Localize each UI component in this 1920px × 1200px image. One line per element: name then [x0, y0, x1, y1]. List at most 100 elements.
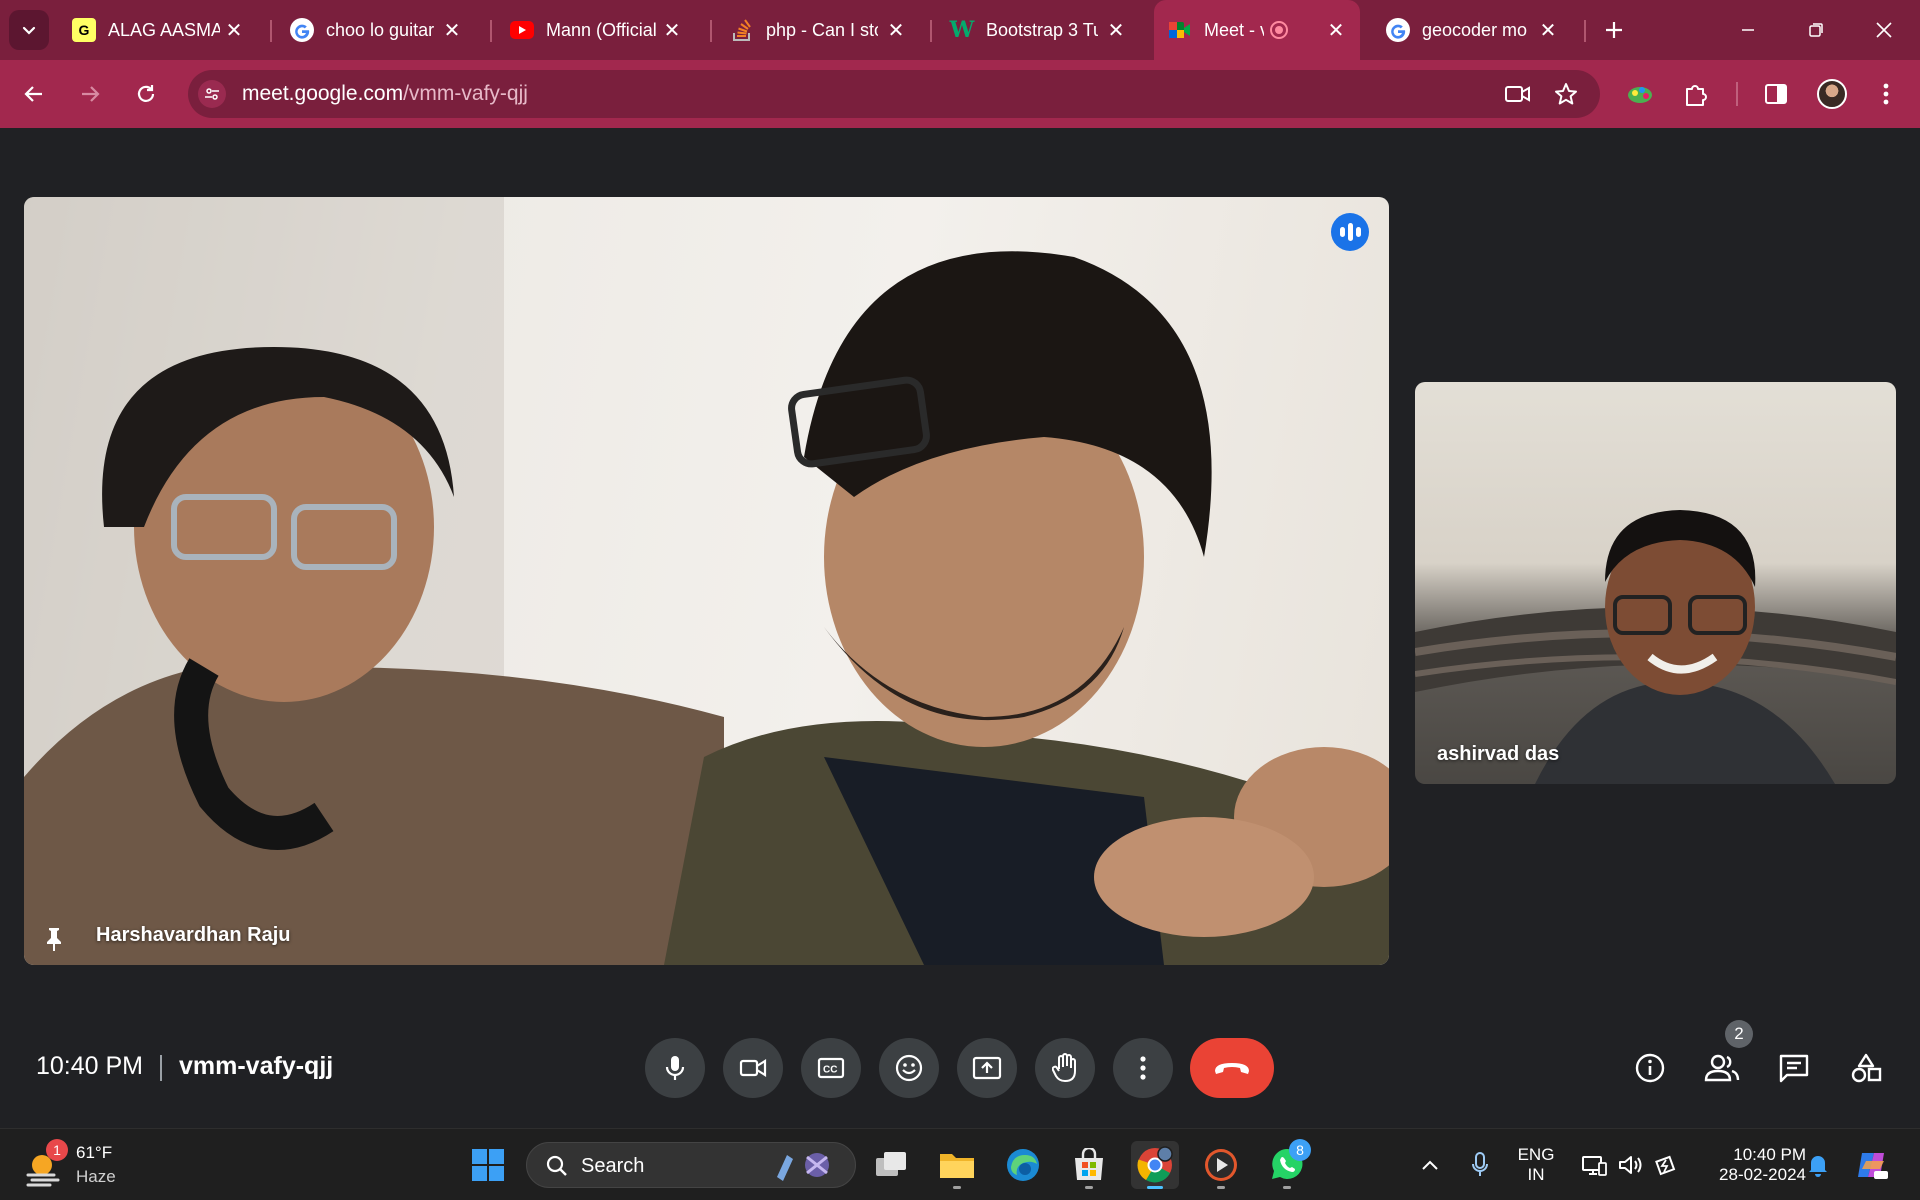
microphone-in-use-indicator[interactable] [1468, 1141, 1492, 1189]
tab-choo-lo-guitar[interactable]: choo lo guitar ✕ [276, 0, 476, 60]
more-vertical-icon [1140, 1056, 1146, 1080]
language-indicator[interactable]: ENG IN [1508, 1141, 1564, 1189]
microphone-icon [665, 1056, 685, 1080]
close-icon[interactable]: ✕ [1104, 18, 1128, 42]
weather-temperature: 61°F [76, 1143, 113, 1162]
bookmark-button[interactable] [1552, 80, 1580, 108]
taskbar-search-box[interactable]: Search [526, 1142, 856, 1188]
chat-button[interactable] [1774, 1048, 1814, 1088]
tune-icon [205, 88, 219, 100]
extension-colorful-button[interactable] [1620, 74, 1660, 114]
tab-search-button[interactable] [9, 10, 49, 50]
close-icon[interactable]: ✕ [222, 18, 246, 42]
extensions-button[interactable] [1676, 74, 1716, 114]
tab-divider [710, 20, 712, 42]
running-indicator [1217, 1186, 1225, 1189]
pin-icon[interactable] [40, 925, 68, 953]
tab-title: choo lo guitar [326, 19, 435, 40]
captions-button[interactable]: CC [801, 1038, 861, 1098]
file-explorer-button[interactable] [933, 1141, 981, 1189]
tab-alag-aasman[interactable]: G ALAG AASMAN ✕ [58, 0, 258, 60]
address-bar[interactable]: meet.google.com/vmm-vafy-qjj [188, 70, 1600, 118]
captions-icon: CC [817, 1057, 845, 1079]
tab-title: ALAG AASMAN [108, 19, 220, 40]
emoji-icon [895, 1054, 923, 1082]
minimize-button[interactable] [1728, 10, 1768, 50]
search-highlight-icon [777, 1153, 829, 1181]
back-button[interactable] [14, 74, 54, 114]
tab-geocoder[interactable]: geocoder mo ✕ [1372, 0, 1572, 60]
meeting-details-button[interactable] [1630, 1048, 1670, 1088]
tab-meet[interactable]: Meet - vm ✕ [1154, 0, 1360, 60]
microsoft-store-button[interactable] [1065, 1141, 1113, 1189]
participant-video-tile[interactable]: ashirvad das [1415, 382, 1896, 784]
main-video-tile[interactable]: Harshavardhan Raju [24, 197, 1389, 965]
arrow-left-icon [24, 86, 42, 102]
quick-settings-button[interactable] [1576, 1141, 1684, 1189]
site-info-button[interactable] [198, 80, 226, 108]
activities-button[interactable] [1846, 1048, 1886, 1088]
start-button[interactable] [464, 1141, 512, 1189]
microphone-button[interactable] [645, 1038, 705, 1098]
puzzle-icon [1686, 85, 1707, 106]
notifications-button[interactable] [1806, 1141, 1830, 1189]
copilot-button[interactable] [1848, 1141, 1896, 1189]
bell-icon [1809, 1156, 1827, 1177]
tab-title: Bootstrap 3 Tu [986, 19, 1098, 40]
microphone-icon [1472, 1152, 1488, 1176]
people-button[interactable] [1702, 1048, 1742, 1088]
close-icon[interactable]: ✕ [1536, 18, 1560, 42]
camera-button[interactable] [723, 1038, 783, 1098]
running-indicator [1085, 1186, 1093, 1189]
leave-call-button[interactable] [1190, 1038, 1274, 1098]
raise-hand-button[interactable] [1035, 1038, 1095, 1098]
chrome-taskbar-button[interactable] [1131, 1141, 1179, 1189]
task-view-button[interactable] [867, 1141, 915, 1189]
profile-button[interactable] [1812, 74, 1852, 114]
close-icon[interactable]: ✕ [1324, 18, 1348, 42]
more-vertical-icon [1883, 83, 1889, 105]
present-button[interactable] [957, 1038, 1017, 1098]
clock-button[interactable]: 10:40 PM 28-02-2024 [1696, 1141, 1806, 1189]
network-icon [1582, 1156, 1607, 1176]
new-tab-button[interactable] [1598, 14, 1630, 46]
camera-in-use-button[interactable] [1504, 80, 1532, 108]
chrome-menu-button[interactable] [1866, 74, 1906, 114]
participant-name: Harshavardhan Raju [96, 924, 291, 946]
edge-icon [1007, 1149, 1039, 1181]
tab-php-question[interactable]: php - Can I sto ✕ [716, 0, 920, 60]
raise-hand-icon [1052, 1053, 1076, 1082]
show-hidden-icons-button[interactable] [1416, 1141, 1444, 1189]
meet-icon [1168, 18, 1192, 42]
genius-icon: G [72, 18, 96, 42]
more-options-button[interactable] [1113, 1038, 1173, 1098]
tab-mann-official[interactable]: Mann (Official ✕ [496, 0, 696, 60]
speaking-indicator [1331, 213, 1369, 251]
tab-divider [930, 20, 932, 42]
tab-title: geocoder mo [1422, 19, 1528, 40]
reactions-button[interactable] [879, 1038, 939, 1098]
battery-charging-icon [1655, 1155, 1676, 1176]
close-window-button[interactable] [1864, 10, 1904, 50]
browser-tab-strip: G ALAG AASMAN ✕ choo lo guitar ✕ Mann (O… [0, 0, 1920, 60]
restore-button[interactable] [1796, 10, 1836, 50]
close-icon[interactable]: ✕ [884, 18, 908, 42]
side-panel-button[interactable] [1756, 74, 1796, 114]
active-indicator [1147, 1186, 1163, 1189]
weather-alert-badge: 1 [46, 1139, 68, 1161]
close-icon[interactable]: ✕ [440, 18, 464, 42]
media-player-button[interactable] [1197, 1141, 1245, 1189]
whatsapp-button[interactable]: 8 [1263, 1139, 1311, 1189]
weather-widget[interactable]: 1 61°F Haze [24, 1139, 134, 1189]
tab-title: Meet - vm [1204, 19, 1264, 40]
edge-button[interactable] [999, 1141, 1047, 1189]
minimize-icon [1742, 29, 1754, 31]
close-icon[interactable]: ✕ [660, 18, 684, 42]
google-icon [290, 18, 314, 42]
forward-button[interactable] [70, 74, 110, 114]
reload-button[interactable] [126, 74, 166, 114]
windows-logo-icon [472, 1149, 504, 1181]
google-icon [1386, 18, 1410, 42]
tab-bootstrap-tutorial[interactable]: W Bootstrap 3 Tu ✕ [936, 0, 1140, 60]
meeting-time: 10:40 PM [36, 1052, 144, 1080]
